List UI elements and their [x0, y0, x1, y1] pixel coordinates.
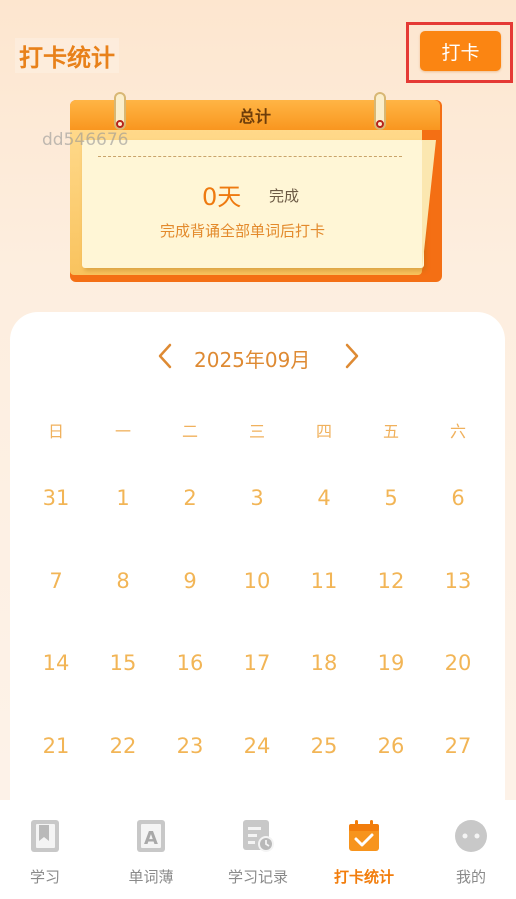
svg-text:A: A: [144, 828, 158, 849]
calendar-day[interactable]: 22: [101, 734, 145, 758]
weekday-label: 三: [248, 422, 265, 441]
calendar-day[interactable]: 16: [168, 651, 212, 675]
watermark: dd546676: [42, 130, 129, 150]
tab-label: 我的: [455, 868, 486, 886]
calendar-check-icon: [349, 820, 379, 851]
chevron-left-icon[interactable]: [155, 342, 177, 370]
profile-icon: [455, 820, 487, 852]
tab-label: 单词薄: [128, 868, 174, 886]
tab-history[interactable]: 学习记录: [208, 808, 308, 898]
summary-hint: 完成背诵全部单词后打卡: [160, 222, 326, 240]
calendar-day[interactable]: 13: [436, 569, 480, 593]
summary-card: 总计 0天 完成 完成背诵全部单词后打卡: [68, 92, 448, 290]
binder-ring-icon: [374, 92, 386, 130]
calendar-day[interactable]: 25: [302, 734, 346, 758]
calendar-day[interactable]: 10: [235, 569, 279, 593]
calendar-day[interactable]: 11: [302, 569, 346, 593]
tab-label: 学习记录: [227, 868, 288, 886]
divider: [98, 156, 402, 157]
calendar-day[interactable]: 8: [101, 569, 145, 593]
calendar-day[interactable]: 31: [34, 486, 78, 510]
calendar-day[interactable]: 23: [168, 734, 212, 758]
tab-profile[interactable]: 我的: [421, 808, 516, 898]
tab-wordbook[interactable]: A 单词薄: [101, 808, 201, 898]
calendar-day[interactable]: 6: [436, 486, 480, 510]
summary-paper: [82, 140, 424, 268]
weekday-label: 六: [449, 422, 466, 441]
page-title: 打卡统计: [15, 38, 119, 73]
calendar-day[interactable]: 24: [235, 734, 279, 758]
days-status: 完成: [269, 187, 300, 205]
weekday-label: 日: [47, 422, 64, 441]
calendar-day[interactable]: 26: [369, 734, 413, 758]
calendar-day[interactable]: 3: [235, 486, 279, 510]
binder-ring-icon: [114, 92, 126, 130]
calendar-day[interactable]: 2: [168, 486, 212, 510]
calendar-day[interactable]: 19: [369, 651, 413, 675]
history-icon: [243, 820, 274, 852]
days-count: 0天: [202, 183, 242, 211]
summary-title: 总计: [238, 107, 271, 126]
book-icon: [31, 820, 59, 852]
calendar-day[interactable]: 9: [168, 569, 212, 593]
calendar-day[interactable]: 15: [101, 651, 145, 675]
calendar-day[interactable]: 20: [436, 651, 480, 675]
weekday-label: 二: [181, 422, 198, 441]
calendar-day[interactable]: 12: [369, 569, 413, 593]
weekday-label: 四: [315, 422, 332, 441]
calendar-day[interactable]: 5: [369, 486, 413, 510]
chevron-right-icon[interactable]: [340, 342, 362, 370]
calendar-day[interactable]: 1: [101, 486, 145, 510]
weekday-label: 五: [382, 422, 399, 441]
letter-a-icon: A: [137, 820, 165, 852]
calendar-day[interactable]: 17: [235, 651, 279, 675]
tab-label: 打卡统计: [333, 868, 394, 886]
calendar-day[interactable]: 14: [34, 651, 78, 675]
calendar-day[interactable]: 4: [302, 486, 346, 510]
tab-checkin-stats[interactable]: 打卡统计: [314, 808, 414, 898]
calendar-day[interactable]: 27: [436, 734, 480, 758]
checkin-button[interactable]: 打卡: [420, 31, 501, 71]
tab-study[interactable]: 学习: [0, 808, 95, 898]
calendar-day[interactable]: 7: [34, 569, 78, 593]
calendar-day[interactable]: 18: [302, 651, 346, 675]
weekday-label: 一: [114, 422, 131, 441]
month-label: 2025年09月: [194, 348, 311, 372]
calendar-day[interactable]: 21: [34, 734, 78, 758]
header: 打卡统计 打卡: [0, 0, 516, 96]
tab-label: 学习: [29, 868, 60, 886]
